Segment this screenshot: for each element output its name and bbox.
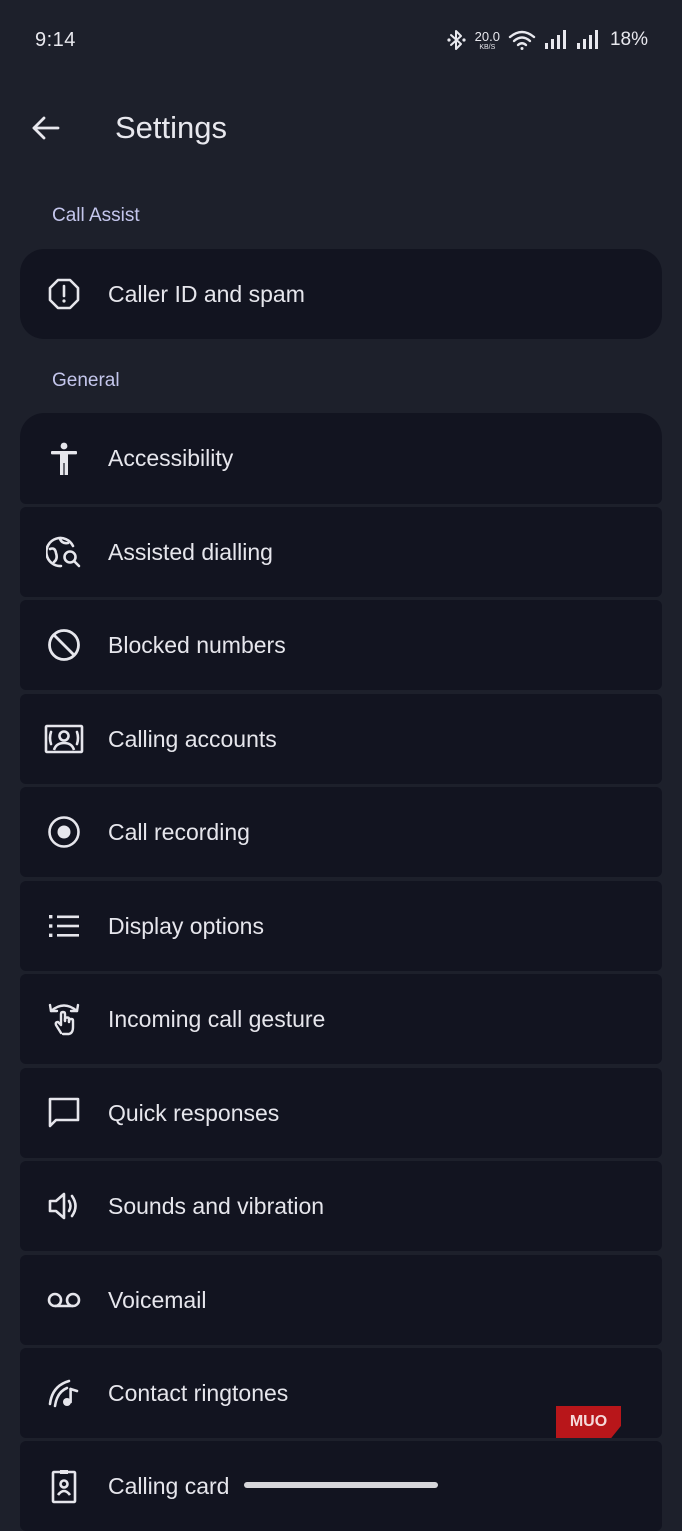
settings-item-label: Display options [108, 912, 264, 939]
list-icon [42, 904, 86, 948]
network-speed-unit: KB/S [479, 43, 496, 51]
status-bar: 9:14 20.0 KB/S 18% [0, 0, 682, 80]
settings-item-label: Call recording [108, 818, 250, 845]
wifi-icon [508, 29, 536, 51]
settings-item-incoming-call-gesture[interactable]: Incoming call gesture [20, 974, 662, 1064]
record-icon [42, 810, 86, 854]
signal-icon-sim1 [544, 29, 568, 51]
settings-item-label: Assisted dialling [108, 538, 273, 565]
back-button[interactable] [16, 98, 76, 158]
block-icon [42, 623, 86, 667]
settings-item-quick-responses[interactable]: Quick responses [20, 1068, 662, 1158]
alert-octagon-icon [42, 272, 86, 316]
network-speed: 20.0 KB/S [475, 30, 500, 51]
accessibility-icon [42, 437, 86, 481]
settings-item-label: Calling card [108, 1472, 230, 1499]
settings-item-label: Caller ID and spam [108, 280, 305, 307]
contact-card-icon [42, 717, 86, 761]
settings-item-label: Calling accounts [108, 725, 277, 752]
swipe-gesture-icon [42, 997, 86, 1041]
settings-item-label: Voicemail [108, 1286, 207, 1313]
signal-icon-sim2 [576, 29, 600, 51]
battery-level: 18% [609, 29, 648, 50]
chat-bubble-icon [42, 1091, 86, 1135]
settings-item-caller-id-and-spam[interactable]: Caller ID and spam [20, 249, 662, 339]
settings-item-blocked-numbers[interactable]: Blocked numbers [20, 600, 662, 690]
settings-item-label: Accessibility [108, 445, 234, 471]
section-header-general: General [52, 370, 120, 391]
status-time: 9:14 [35, 28, 76, 51]
section-header-call-assist: Call Assist [52, 205, 140, 226]
app-bar: Settings [0, 90, 682, 166]
voicemail-icon [42, 1278, 86, 1322]
status-icons: 20.0 KB/S 18% [447, 29, 648, 51]
settings-item-accessibility[interactable]: Accessibility [20, 413, 662, 504]
settings-item-display-options[interactable]: Display options [20, 881, 662, 971]
settings-item-label: Incoming call gesture [108, 1005, 326, 1032]
bluetooth-icon [447, 29, 467, 51]
globe-search-icon [42, 530, 86, 574]
volume-icon [42, 1184, 86, 1228]
page-title: Settings [115, 110, 228, 145]
arrow-back-icon [31, 115, 61, 141]
settings-item-label: Quick responses [108, 1099, 280, 1126]
settings-item-voicemail[interactable]: Voicemail [20, 1255, 662, 1345]
settings-item-label: Blocked numbers [108, 631, 286, 658]
badge-icon [42, 1464, 86, 1508]
settings-item-label: Sounds and vibration [108, 1192, 325, 1219]
gesture-navigation-handle[interactable] [244, 1482, 438, 1488]
settings-item-call-recording[interactable]: Call recording [20, 787, 662, 877]
settings-item-label: Contact ringtones [108, 1379, 289, 1406]
settings-item-sounds-and-vibration[interactable]: Sounds and vibration [20, 1161, 662, 1251]
settings-item-assisted-dialling[interactable]: Assisted dialling [20, 507, 662, 597]
muo-watermark-logo: MUO [556, 1406, 621, 1438]
settings-item-calling-accounts[interactable]: Calling accounts [20, 694, 662, 784]
network-speed-value: 20.0 [474, 28, 500, 44]
ringtone-icon [42, 1371, 86, 1415]
